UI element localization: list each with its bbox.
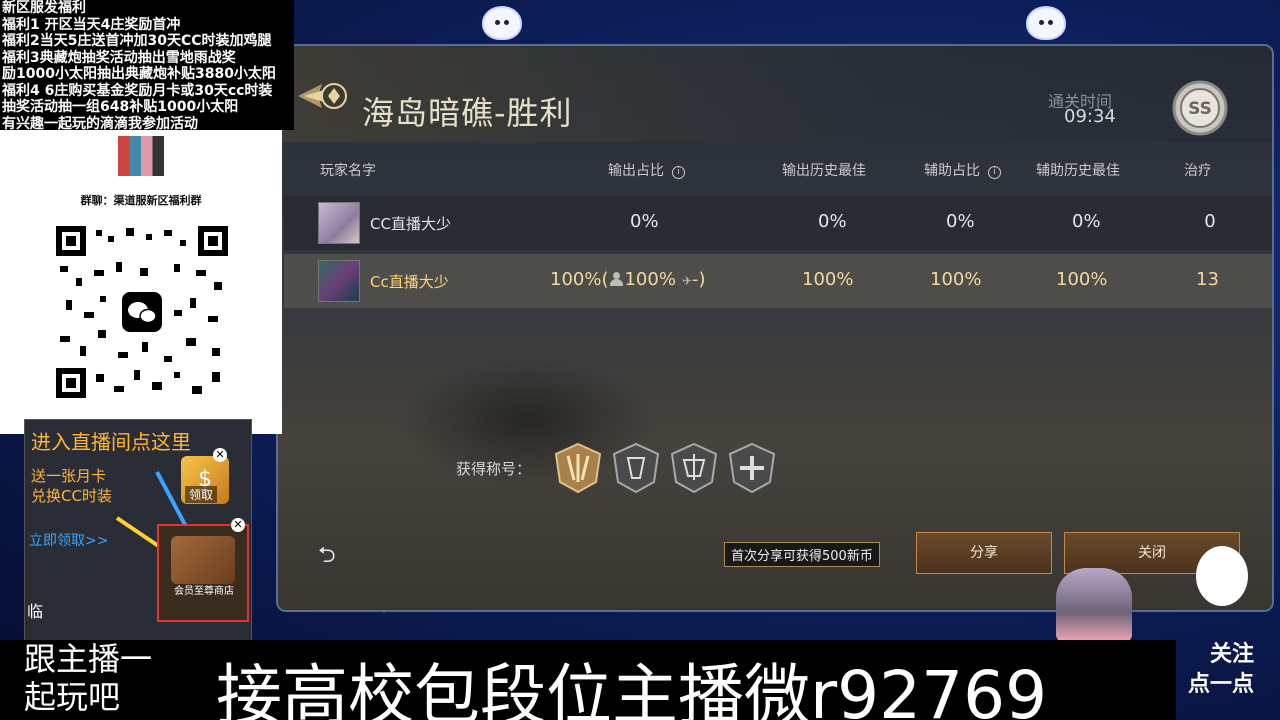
title-badge-icon[interactable] (552, 442, 604, 494)
promo-line: 新区服发福利 (2, 0, 86, 16)
player-name: Cc直播大少 (370, 273, 449, 291)
damage-ratio: 100%( 100% ✈-) (550, 269, 706, 290)
live-room-promo-panel[interactable]: 进入直播间点这里 送一张月卡 兑换CC时装 $ 领取 ✕ 立即领取>> 临 会员… (24, 419, 252, 645)
col-player-name: 玩家名字 (320, 163, 376, 179)
damage-ratio-value: 100%( (550, 269, 609, 290)
player-name: CC直播大少 (370, 215, 451, 233)
damage-best: 100% (802, 269, 854, 290)
play-together-text: 跟主播一 起玩吧 (24, 640, 152, 716)
gift-box-icon (171, 536, 235, 584)
info-icon[interactable]: i (672, 166, 685, 179)
promo-line: 福利1 开区当天4庄奖励首冲 (2, 16, 181, 33)
avatar (318, 202, 360, 244)
share-reward-tip: 首次分享可获得500新币 (724, 542, 880, 567)
col-damage-ratio: 输出占比 i (608, 160, 685, 180)
info-icon[interactable]: i (988, 166, 1001, 179)
title-badge-icon[interactable] (610, 442, 662, 494)
heal: 0 (1204, 211, 1216, 232)
play-together-line: 起玩吧 (24, 678, 121, 716)
mission-title: 海岛暗礁-胜利 (362, 94, 573, 132)
col-damage-best: 输出历史最佳 (782, 163, 866, 179)
claim-reward-label[interactable]: 领取 (185, 486, 218, 503)
damage-ratio: 0% (630, 211, 659, 232)
back-button[interactable]: ⮌ (318, 538, 348, 568)
promo-text-line: 兑换CC时装 (31, 487, 112, 505)
bunny-mascot-sticker (1026, 6, 1066, 40)
promo-text-box: 新区服发福利 福利1 开区当天4庄奖励首冲 福利2当天5庄送首冲加30天CC时装… (0, 0, 294, 132)
col-assist-ratio-label: 辅助占比 (924, 163, 980, 179)
promo-line: 福利2当天5庄送首冲加30天CC时装加鸡腿 (2, 33, 272, 49)
damage-personal-value: 100% (624, 269, 676, 290)
clear-time: 09:34 (1064, 106, 1116, 127)
live-room-title[interactable]: 进入直播间点这里 (31, 426, 191, 455)
col-assist-ratio: 辅助占比 i (924, 160, 1001, 180)
person-icon (610, 272, 624, 286)
table-header: 玩家名字 输出占比 i 输出历史最佳 辅助占比 i 辅助历史最佳 治疗 (278, 150, 1272, 190)
group-chat-label: 群聊：渠道服新区福利群 (80, 194, 202, 207)
damage-best: 0% (818, 211, 847, 232)
bunny-mascot-sticker (1196, 546, 1248, 606)
close-icon[interactable]: ✕ (231, 518, 245, 532)
partial-text: 临 (27, 602, 44, 621)
title-badge-icon[interactable] (668, 442, 720, 494)
streamer-avatar-sticker (1056, 568, 1132, 642)
damage-ratio-tail: -) (692, 269, 706, 290)
col-assist-best: 辅助历史最佳 (1036, 163, 1120, 179)
promo-line: 励1000小太阳抽出典藏炮补贴3880小太阳 (2, 66, 276, 82)
promo-text-line: 送一张月卡 (31, 467, 107, 485)
bottom-banner: 跟主播一 起玩吧 接高校包段位主播微r92769 (0, 640, 1176, 720)
squad-wing-icon: ✈ (681, 274, 693, 288)
promo-line: 福利3典藏炮抽奖活动抽出雪地雨战奖 (2, 49, 236, 66)
assist-ratio: 100% (930, 269, 982, 290)
titles-label: 获得称号： (456, 460, 532, 478)
table-row[interactable]: CC直播大少 0% 0% 0% 0% 0 (284, 196, 1272, 250)
assist-best: 0% (1072, 211, 1101, 232)
col-heal: 治疗 (1184, 163, 1210, 179)
group-qr-panel: 群聊：渠道服新区福利群 (0, 130, 282, 434)
title-badge-icon[interactable] (726, 442, 778, 494)
avatar (318, 260, 360, 302)
share-button[interactable]: 分享 (916, 532, 1052, 574)
close-icon[interactable]: ✕ (213, 448, 227, 462)
assist-ratio: 0% (946, 211, 975, 232)
victory-wings-icon (298, 83, 347, 109)
play-together-line: 跟主播一 (24, 640, 153, 678)
group-avatar-thumbnail (118, 136, 164, 176)
table-row[interactable]: Cc直播大少 100%( 100% ✈-) 100% 100% 100% 13 (284, 254, 1272, 308)
monthly-card-promo: 送一张月卡 兑换CC时装 (31, 466, 112, 506)
assist-best: 100% (1056, 269, 1108, 290)
qr-code-icon[interactable] (56, 226, 228, 398)
follow-prompt[interactable]: 关注 点一点 (1188, 640, 1254, 700)
rank-ss-badge-icon: SS (1172, 80, 1228, 136)
banner-contact-text: 接高校包段位主播微r92769 (216, 657, 1048, 720)
claim-now-link[interactable]: 立即领取>> (29, 530, 108, 550)
heal: 13 (1196, 269, 1219, 290)
promo-line: 抽奖活动抽一组648补贴1000小太阳 (2, 99, 239, 115)
vip-shop-box[interactable]: 会员至尊商店 (157, 524, 249, 622)
game-result-panel: 海岛暗礁-胜利 通关时间 09:34 SS 玩家名字 输出占比 i 输出历史最佳 … (276, 44, 1274, 612)
col-damage-ratio-label: 输出占比 (608, 163, 664, 179)
result-header: 海岛暗礁-胜利 通关时间 09:34 SS (278, 46, 1272, 142)
vip-shop-label: 会员至尊商店 (174, 586, 234, 597)
promo-line: 福利4 6庄购买基金奖励月卡或30天cc时装 (2, 82, 273, 99)
follow-line: 关注 (1210, 642, 1255, 667)
rank-text: SS (1188, 99, 1212, 119)
bunny-mascot-sticker (482, 6, 522, 40)
follow-line: 点一点 (1188, 672, 1255, 697)
